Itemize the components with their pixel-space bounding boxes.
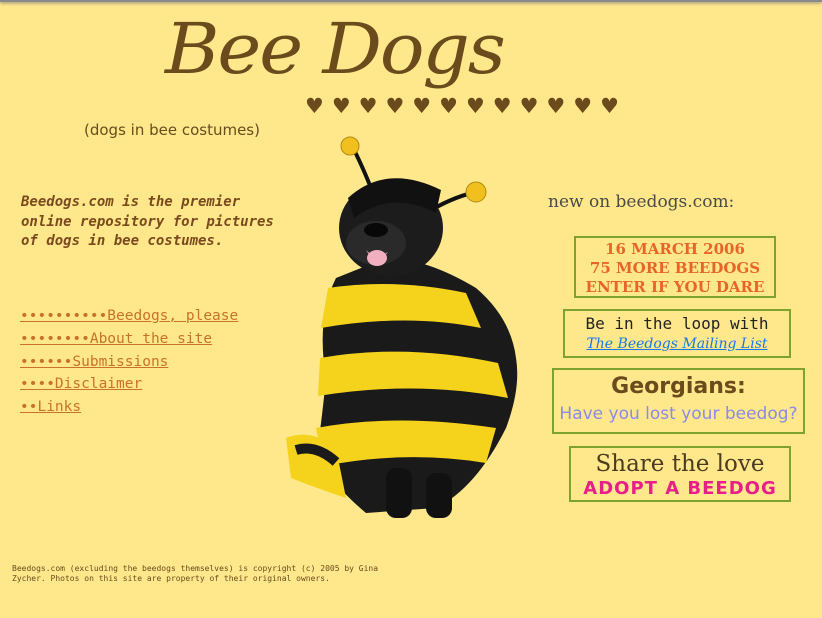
mailing-line1: Be in the loop with bbox=[585, 314, 769, 333]
site-logo[interactable]: Bee Dogs bbox=[165, 14, 506, 84]
top-border bbox=[0, 0, 822, 2]
adopt-heading: ADOPT A BEEDOG bbox=[583, 478, 777, 499]
promo-march-more: 75 MORE BEEDOGS bbox=[589, 259, 761, 277]
promo-mailing-list[interactable]: Be in the loop with The Beedogs Mailing … bbox=[563, 309, 791, 358]
nav-link-about[interactable]: ••••••••About the site bbox=[20, 328, 238, 351]
nav-link-links[interactable]: ••Links bbox=[20, 396, 238, 419]
mailing-list-link[interactable]: The Beedogs Mailing List bbox=[565, 335, 789, 353]
georgians-heading: Georgians: bbox=[611, 374, 746, 399]
bee-dog-photo bbox=[286, 136, 518, 518]
intro-text: Beedogs.com is the premier online reposi… bbox=[21, 194, 274, 249]
promo-adopt[interactable]: Share the love ADOPT A BEEDOG bbox=[569, 446, 791, 502]
promo-march-2006[interactable]: 16 MARCH 2006 75 MORE BEEDOGS ENTER IF Y… bbox=[574, 236, 776, 298]
adopt-share-text: Share the love bbox=[595, 451, 765, 477]
main-nav: ••••••••••Beedogs, please ••••••••About … bbox=[20, 305, 238, 419]
new-on-label: new on beedogs.com: bbox=[548, 192, 735, 212]
site-tagline: (dogs in bee costumes) bbox=[84, 121, 260, 139]
promo-march-date: 16 MARCH 2006 bbox=[605, 240, 745, 258]
nav-link-submissions[interactable]: ••••••Submissions bbox=[20, 351, 238, 374]
copyright-notice: Beedogs.com (excluding the beedogs thems… bbox=[12, 564, 379, 583]
hearts-divider: ♥♥♥♥♥♥♥♥♥♥♥♥ bbox=[305, 94, 627, 118]
nav-link-beedogs-please[interactable]: ••••••••••Beedogs, please bbox=[20, 305, 238, 328]
georgians-question: Have you lost your beedog? bbox=[559, 404, 798, 424]
promo-georgians[interactable]: Georgians: Have you lost your beedog? bbox=[552, 368, 805, 434]
promo-march-enter: ENTER IF YOU DARE bbox=[585, 278, 765, 296]
nav-link-disclaimer[interactable]: ••••Disclaimer bbox=[20, 373, 238, 396]
